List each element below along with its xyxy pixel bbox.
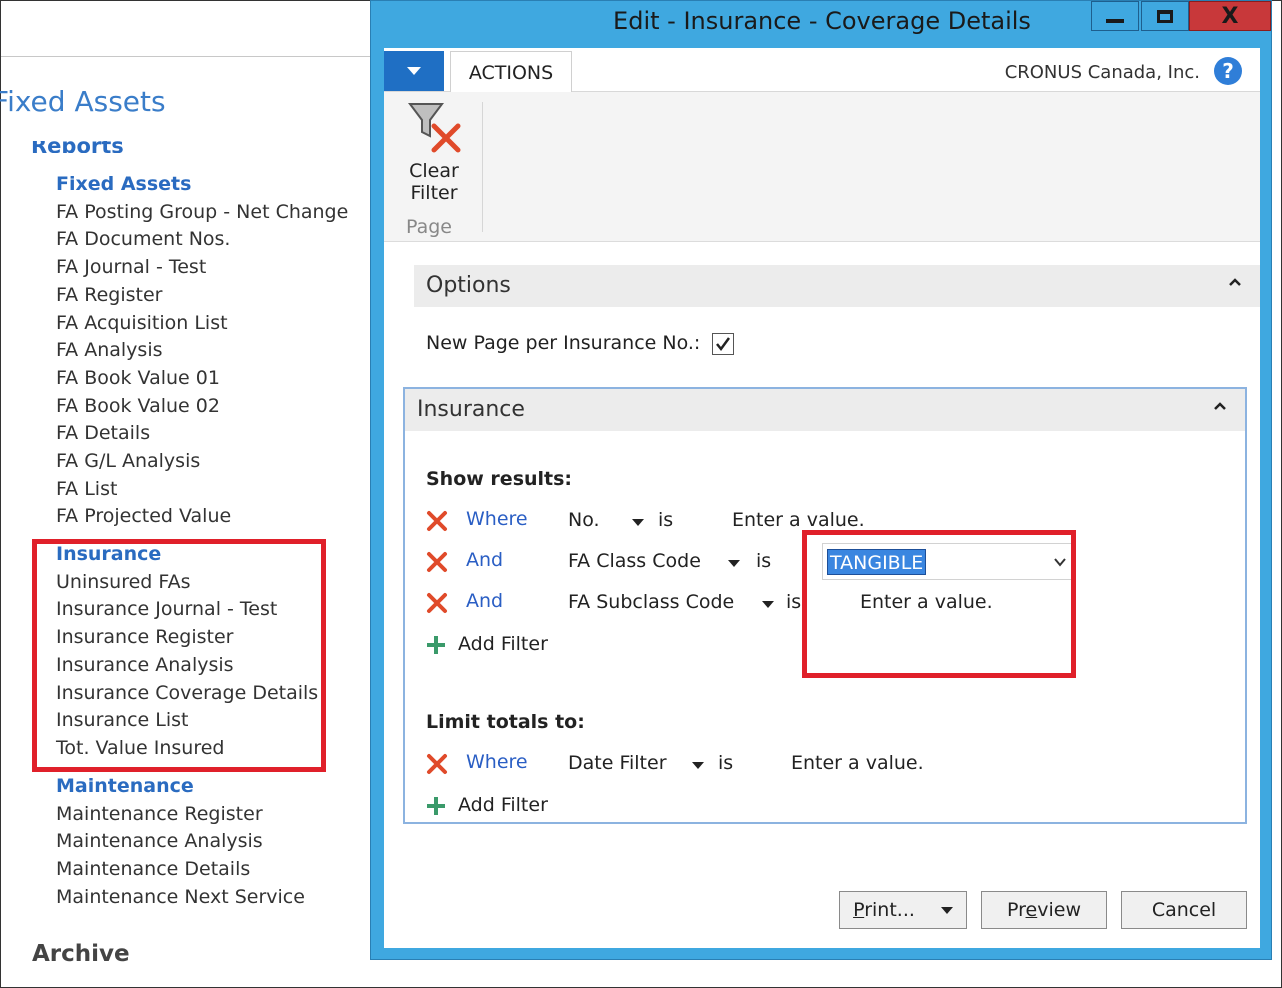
filter-operator: is (718, 752, 734, 774)
minimize-icon (1106, 19, 1124, 23)
company-name: CRONUS Canada, Inc. (1004, 62, 1200, 83)
filter-field[interactable]: No. (568, 509, 600, 531)
report-link[interactable]: FA G/L Analysis (56, 448, 348, 476)
preview-label-end: view (1037, 899, 1081, 921)
print-button[interactable]: Print... (839, 891, 967, 929)
chevron-up-icon[interactable] (1228, 275, 1242, 289)
report-link[interactable]: FA Document Nos. (56, 226, 348, 254)
clear-filter-label-line1: Clear (409, 160, 459, 182)
insurance-title: Insurance (417, 397, 525, 422)
delete-filter-icon[interactable] (426, 753, 448, 775)
filter-keyword: Where (466, 751, 528, 773)
print-accesskey: P (853, 899, 865, 921)
filter-operator: is (786, 591, 802, 613)
options-fasttab-header[interactable]: Options (414, 265, 1260, 307)
print-dropdown-icon[interactable] (940, 906, 953, 914)
ribbon-group-label: Page (406, 216, 452, 238)
filter-value-input[interactable]: Enter a value. (732, 509, 865, 531)
help-icon[interactable]: ? (1214, 57, 1242, 85)
close-icon: X (1221, 3, 1239, 29)
filter-field[interactable]: FA Class Code (568, 550, 701, 572)
dropdown-arrow-icon (407, 67, 421, 75)
insurance-fasttab-header[interactable]: Insurance (405, 389, 1245, 431)
new-page-per-insurance-label: New Page per Insurance No.: (426, 332, 701, 354)
dialog-content: ACTIONS CRONUS Canada, Inc. ? Clear Filt… (384, 48, 1260, 948)
archive-heading: Archive (32, 941, 130, 967)
filter-operator: is (756, 550, 772, 572)
ribbon-body: Clear Filter Page (384, 92, 1260, 242)
preview-button[interactable]: Preview (981, 891, 1107, 929)
field-dropdown-icon[interactable] (692, 762, 704, 769)
group-heading-fixed-assets[interactable]: Fixed Assets (56, 171, 348, 199)
group-heading-maintenance[interactable]: Maintenance (56, 773, 305, 801)
maximize-icon (1157, 9, 1173, 23)
report-link[interactable]: Maintenance Analysis (56, 828, 305, 856)
delete-filter-icon[interactable] (426, 592, 448, 614)
highlight-box-insurance-group (32, 539, 326, 772)
add-filter-label: Add Filter (458, 633, 548, 655)
report-link[interactable]: FA Analysis (56, 337, 348, 365)
new-page-per-insurance-checkbox[interactable] (712, 333, 734, 355)
tab-actions[interactable]: ACTIONS (450, 51, 572, 93)
print-label: rint... (864, 899, 915, 921)
edit-dialog-window: Edit - Insurance - Coverage Details X AC… (370, 0, 1272, 960)
preview-label-start: Pr (1007, 899, 1026, 921)
report-link[interactable]: FA List (56, 476, 348, 504)
clear-filter-label-line2: Filter (410, 182, 458, 204)
reports-heading: Reports (31, 134, 124, 153)
report-link[interactable]: FA Posting Group - Net Change (56, 199, 348, 227)
checkmark-icon (716, 337, 731, 352)
ribbon-separator (482, 102, 483, 232)
plus-icon (427, 636, 445, 654)
highlight-box-fa-class-code (802, 530, 1076, 678)
filter-field[interactable]: FA Subclass Code (568, 591, 734, 613)
preview-accesskey: e (1025, 899, 1038, 921)
filter-field[interactable]: Date Filter (568, 752, 667, 774)
report-link[interactable]: FA Book Value 02 (56, 393, 348, 421)
report-link[interactable]: FA Acquisition List (56, 310, 348, 338)
ribbon-tab-bar: ACTIONS CRONUS Canada, Inc. ? (384, 48, 1260, 93)
report-link[interactable]: Maintenance Next Service (56, 884, 305, 912)
limit-totals-label: Limit totals to: (426, 711, 585, 733)
field-dropdown-icon[interactable] (632, 519, 644, 526)
report-link[interactable]: FA Projected Value (56, 503, 348, 531)
cancel-button[interactable]: Cancel (1121, 891, 1247, 929)
show-results-label: Show results: (426, 468, 573, 490)
report-link[interactable]: Maintenance Register (56, 801, 305, 829)
add-filter-label: Add Filter (458, 794, 548, 816)
report-link[interactable]: FA Journal - Test (56, 254, 348, 282)
application-menu-button[interactable] (384, 51, 444, 91)
report-link[interactable]: Maintenance Details (56, 856, 305, 884)
filter-value-input[interactable]: Enter a value. (791, 752, 924, 774)
maintenance-report-group: Maintenance Maintenance Register Mainten… (56, 773, 305, 912)
options-title: Options (426, 273, 511, 298)
delete-filter-icon[interactable] (426, 510, 448, 532)
minimize-button[interactable] (1091, 1, 1139, 31)
fixed-assets-report-group: Fixed Assets FA Posting Group - Net Chan… (56, 171, 348, 531)
report-link[interactable]: FA Book Value 01 (56, 365, 348, 393)
filter-operator: is (658, 509, 674, 531)
close-button[interactable]: X (1189, 1, 1271, 31)
maximize-button[interactable] (1141, 1, 1189, 31)
clear-filter-icon (408, 103, 461, 153)
delete-filter-icon[interactable] (426, 551, 448, 573)
chevron-up-icon[interactable] (1213, 399, 1227, 413)
field-dropdown-icon[interactable] (762, 601, 774, 608)
report-link[interactable]: FA Details (56, 420, 348, 448)
divider (1, 56, 373, 57)
plus-icon (427, 797, 445, 815)
filter-keyword: And (466, 549, 504, 571)
report-link[interactable]: FA Register (56, 282, 348, 310)
page-title: Fixed Assets (0, 85, 166, 118)
field-dropdown-icon[interactable] (728, 560, 740, 567)
filter-keyword: Where (466, 508, 528, 530)
filter-keyword: And (466, 590, 504, 612)
